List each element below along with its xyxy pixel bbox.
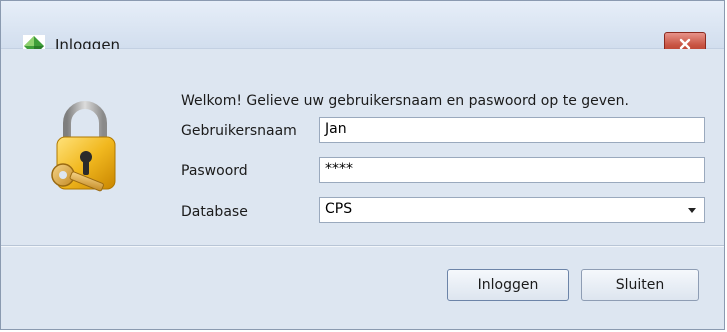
password-label: Paswoord: [181, 163, 248, 179]
username-field[interactable]: Jan: [319, 117, 705, 143]
login-button[interactable]: Inloggen: [447, 269, 569, 301]
database-selected-value: CPS: [325, 201, 353, 217]
welcome-message: Welkom! Gelieve uw gebruikersnaam en pas…: [181, 93, 629, 109]
password-field[interactable]: ****: [319, 157, 705, 183]
close-button[interactable]: Sluiten: [581, 269, 699, 301]
database-label: Database: [181, 204, 248, 220]
chevron-down-icon[interactable]: [688, 208, 696, 213]
title-bar[interactable]: Inloggen: [1, 1, 724, 57]
username-label: Gebruikersnaam: [181, 123, 297, 139]
login-dialog: Inloggen Welkom! Gelieve uw gebruikersna…: [0, 0, 725, 330]
divider: [1, 245, 724, 247]
database-select[interactable]: CPS: [319, 197, 705, 223]
padlock-key-icon: [47, 99, 135, 197]
